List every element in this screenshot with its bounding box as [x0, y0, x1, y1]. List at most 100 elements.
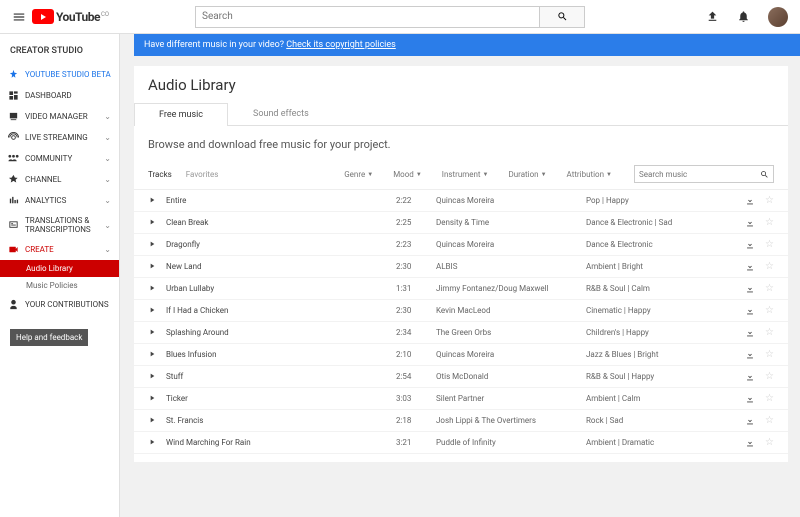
sidebar-item-video-manager[interactable]: VIDEO MANAGER⌄: [0, 106, 119, 127]
play-button[interactable]: [148, 416, 166, 426]
filter-tab-favorites[interactable]: Favorites: [186, 170, 219, 179]
download-icon[interactable]: [745, 284, 755, 294]
filter-tab-tracks[interactable]: Tracks: [148, 170, 172, 179]
track-name: Wind Marching For Rain: [166, 438, 396, 447]
tabs: Free musicSound effects: [134, 102, 788, 126]
play-button[interactable]: [148, 196, 166, 206]
play-button[interactable]: [148, 394, 166, 404]
sidebar-item-youtube-studio-beta[interactable]: YOUTUBE STUDIO BETA: [0, 64, 119, 85]
track-actions: ☆: [745, 415, 774, 426]
filter-mood[interactable]: Mood ▼: [393, 170, 422, 179]
menu-icon[interactable]: [12, 10, 26, 24]
track-list: Entire2:22Quincas MoreiraPop | Happy☆Cle…: [134, 190, 788, 454]
download-icon[interactable]: [745, 416, 755, 426]
download-icon[interactable]: [745, 372, 755, 382]
filter-genre[interactable]: Genre ▼: [344, 170, 373, 179]
track-duration: 2:34: [396, 328, 436, 337]
star-icon[interactable]: ☆: [765, 437, 774, 448]
download-icon[interactable]: [745, 394, 755, 404]
chevron-down-icon: ▼: [606, 171, 612, 178]
track-duration: 2:30: [396, 262, 436, 271]
track-genre: Pop | Happy: [586, 196, 716, 205]
star-icon[interactable]: ☆: [765, 393, 774, 404]
filter-attribution[interactable]: Attribution ▼: [567, 170, 612, 179]
sidebar-item-channel[interactable]: CHANNEL⌄: [0, 169, 119, 190]
filter-bar: Tracks Favorites Genre ▼ Mood ▼ Instrument …: [134, 161, 788, 190]
upload-icon[interactable]: [706, 10, 719, 23]
track-artist: Jimmy Fontanez/Doug Maxwell: [436, 284, 586, 293]
track-row: New Land2:30ALBISAmbient | Bright☆: [134, 256, 788, 278]
download-icon[interactable]: [745, 350, 755, 360]
sidebar-item-analytics[interactable]: ANALYTICS⌄: [0, 190, 119, 211]
sidebar-item-live-streaming[interactable]: LIVE STREAMING⌄: [0, 127, 119, 148]
star-icon[interactable]: ☆: [765, 327, 774, 338]
banner-link[interactable]: Check its copyright policies: [286, 40, 396, 50]
play-button[interactable]: [148, 438, 166, 448]
track-duration: 1:31: [396, 284, 436, 293]
track-name: Ticker: [166, 394, 396, 403]
star-icon[interactable]: ☆: [765, 217, 774, 228]
track-genre: Cinematic | Happy: [586, 306, 716, 315]
track-row: Dragonfly2:23Quincas MoreiraDance & Elec…: [134, 234, 788, 256]
tab-sound-effects[interactable]: Sound effects: [228, 102, 334, 125]
track-genre: Rock | Sad: [586, 416, 716, 425]
search-button[interactable]: [540, 6, 585, 28]
track-row: Splashing Around2:34The Green OrbsChildr…: [134, 322, 788, 344]
download-icon[interactable]: [745, 328, 755, 338]
download-icon[interactable]: [745, 438, 755, 448]
download-icon[interactable]: [745, 218, 755, 228]
filter-duration[interactable]: Duration ▼: [508, 170, 546, 179]
sidebar-item-translations-transcriptions[interactable]: TRANSLATIONS & TRANSCRIPTIONS⌄: [0, 211, 119, 239]
play-button[interactable]: [148, 262, 166, 272]
avatar[interactable]: [768, 7, 788, 27]
download-icon[interactable]: [745, 306, 755, 316]
search-music-icon[interactable]: [755, 170, 773, 179]
help-button[interactable]: Help and feedback: [10, 329, 88, 346]
play-button[interactable]: [148, 328, 166, 338]
download-icon[interactable]: [745, 196, 755, 206]
play-button[interactable]: [148, 350, 166, 360]
track-name: If I Had a Chicken: [166, 306, 396, 315]
logo-text: YouTube: [56, 10, 100, 24]
sidebar: CREATOR STUDIO YOUTUBE STUDIO BETADASHBO…: [0, 34, 120, 517]
search-input[interactable]: [195, 6, 540, 28]
star-icon[interactable]: ☆: [765, 239, 774, 250]
sidebar-item-label: YOUR CONTRIBUTIONS: [25, 300, 109, 309]
track-genre: Dance & Electronic | Sad: [586, 218, 716, 227]
bell-icon[interactable]: [737, 10, 750, 23]
youtube-logo[interactable]: YouTube CO: [32, 9, 109, 24]
filter-instrument[interactable]: Instrument ▼: [442, 170, 489, 179]
star-icon[interactable]: ☆: [765, 283, 774, 294]
track-actions: ☆: [745, 261, 774, 272]
play-button[interactable]: [148, 218, 166, 228]
play-button[interactable]: [148, 306, 166, 316]
sidebar-item-dashboard[interactable]: DASHBOARD: [0, 85, 119, 106]
sidebar-item-community[interactable]: COMMUNITY⌄: [0, 148, 119, 169]
star-icon[interactable]: ☆: [765, 371, 774, 382]
sidebar-item-create[interactable]: CREATE⌄: [0, 239, 119, 260]
star-icon[interactable]: ☆: [765, 195, 774, 206]
track-artist: Otis McDonald: [436, 372, 586, 381]
sidebar-sub-music-policies[interactable]: Music Policies: [0, 277, 119, 294]
star-icon[interactable]: ☆: [765, 261, 774, 272]
download-icon[interactable]: [745, 262, 755, 272]
play-button[interactable]: [148, 240, 166, 250]
play-button[interactable]: [148, 284, 166, 294]
sidebar-sub-audio-library[interactable]: Audio Library: [0, 260, 119, 277]
track-genre: Ambient | Bright: [586, 262, 716, 271]
tab-free-music[interactable]: Free music: [134, 103, 228, 126]
star-icon[interactable]: ☆: [765, 349, 774, 360]
track-duration: 2:23: [396, 240, 436, 249]
star-icon[interactable]: ☆: [765, 415, 774, 426]
track-duration: 2:18: [396, 416, 436, 425]
track-genre: Ambient | Dramatic: [586, 438, 716, 447]
download-icon[interactable]: [745, 240, 755, 250]
chevron-down-icon: ▼: [541, 171, 547, 178]
star-icon[interactable]: ☆: [765, 305, 774, 316]
play-button[interactable]: [148, 372, 166, 382]
track-genre: Dance & Electronic: [586, 240, 716, 249]
sidebar-item-label: CHANNEL: [25, 175, 61, 184]
sidebar-item-your-contributions[interactable]: YOUR CONTRIBUTIONS: [0, 294, 119, 315]
chevron-down-icon: ⌄: [104, 245, 111, 254]
search-music-input[interactable]: [635, 170, 755, 179]
